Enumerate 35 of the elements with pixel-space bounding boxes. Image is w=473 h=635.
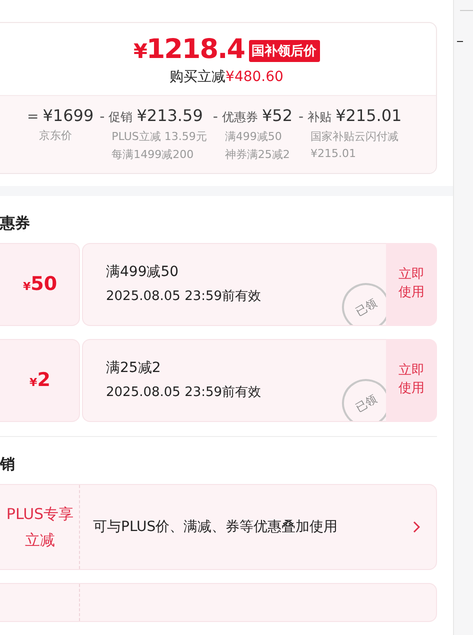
chevron-right-icon [412,520,420,533]
breakdown-amount: ¥215.01 [336,106,402,125]
operator-sign: - [298,109,304,125]
operator-sign: - [100,109,105,125]
coupon-amount: ¥50 [22,273,58,296]
breakdown-note: ¥215.01 [310,147,357,160]
coupon-amount: ¥2 [30,369,50,392]
breakdown-label: 促销 [108,109,133,126]
promo-card[interactable] [0,582,437,622]
promo-tag: PLUS专享立减 [0,484,80,569]
breakdown-amount: ¥52 [262,106,292,125]
breakdown-note: PLUS立减 13.59元 [112,129,207,144]
breakdown-amount: ¥1699 [42,106,94,125]
operator-sign: = [27,109,39,125]
breakdown-note: 每满1499减200 [112,147,195,162]
coupon-title: 满499减50 [106,263,179,282]
use-now-button[interactable]: 立即使用 [386,338,437,422]
saving-amount: ¥480.60 [226,69,284,85]
final-price: ¥1218.4 [133,35,245,66]
promo-text: 可与PLUS价、满减、券等优惠叠加使用 [92,518,339,536]
breakdown-note: 国家补贴云闪付减 [310,129,400,144]
breakdown-note: 京东价 [39,128,73,143]
subsidy-badge: 国补领后价 [248,40,320,62]
operator-sign: - [212,109,218,125]
promo-card[interactable]: PLUS专享立减 可与PLUS价、满减、券等优惠叠加使用 [0,484,437,570]
breakdown-note: 神券满25减2 [224,147,291,162]
breakdown-label: 补贴 [308,109,332,126]
saving-label: 购买立减 [170,69,226,85]
use-now-button[interactable]: 立即使用 [386,242,437,326]
breakdown-note: 满499减50 [224,129,283,144]
coupon-title: 满25减2 [106,359,161,378]
coupon-validity: 2025.08.05 23:59前有效 [106,288,262,306]
breakdown-amount: ¥213.59 [136,106,203,125]
breakdown-label: 优惠券 [222,109,258,126]
coupon-validity: 2025.08.05 23:59前有效 [106,384,262,402]
